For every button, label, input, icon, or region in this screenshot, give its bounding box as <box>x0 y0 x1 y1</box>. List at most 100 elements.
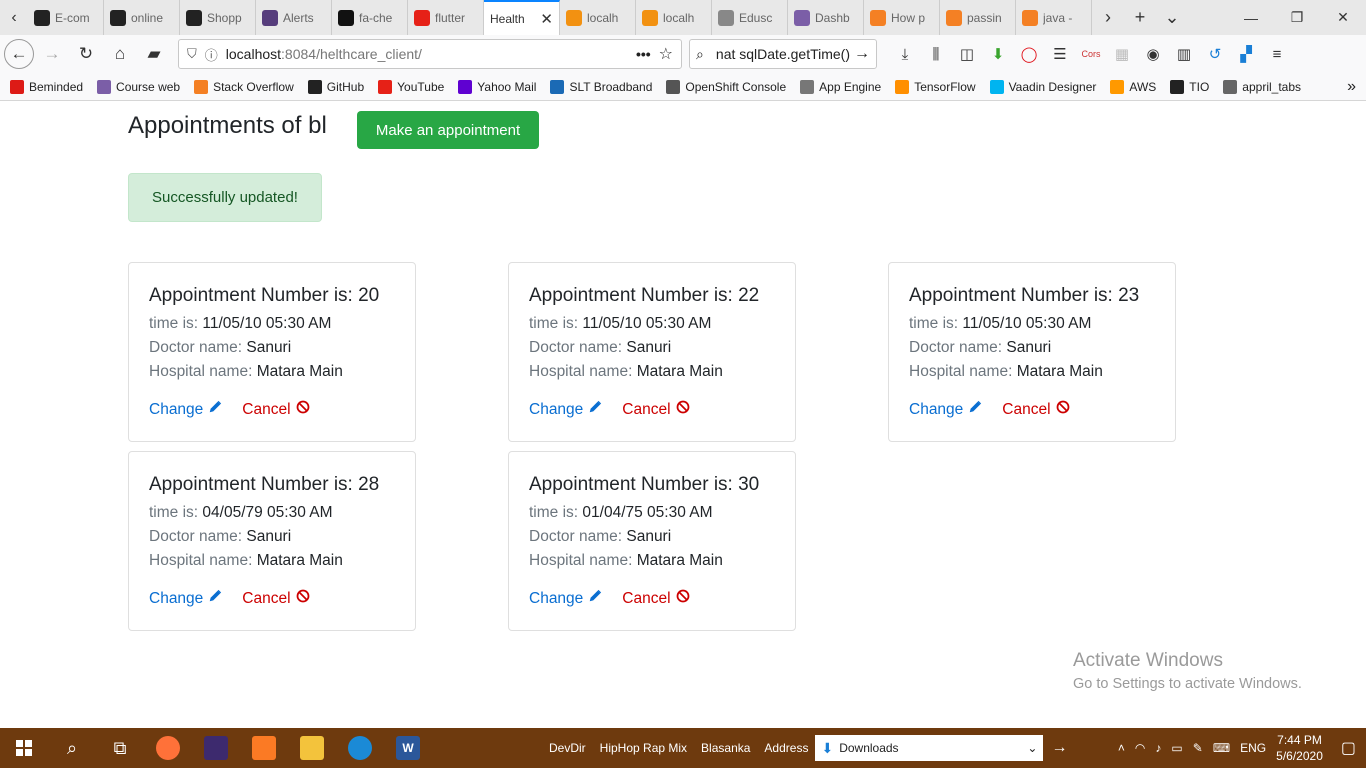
bookmark-2[interactable]: Stack Overflow <box>194 79 294 94</box>
change-link[interactable]: Change <box>909 400 982 419</box>
restore-button[interactable]: ❐ <box>1274 0 1320 35</box>
extension-button[interactable]: ▰ <box>138 38 170 70</box>
new-tab-button[interactable]: + <box>1124 0 1156 35</box>
wifi-icon[interactable]: ◠ <box>1135 741 1145 755</box>
tab-8[interactable]: localh <box>636 0 712 35</box>
bookmark-12[interactable]: TIO <box>1170 79 1209 94</box>
cancel-link[interactable]: Cancel <box>622 589 689 608</box>
taskbar-edge[interactable] <box>336 728 384 768</box>
change-link[interactable]: Change <box>149 589 222 608</box>
database-icon[interactable]: ☰ <box>1048 42 1072 66</box>
taskbar-toolbar-1[interactable]: HipHop Rap Mix <box>593 741 694 755</box>
taskbar-toolbar-2[interactable]: Blasanka <box>694 741 757 755</box>
volume-icon[interactable]: ♪ <box>1155 741 1161 755</box>
address-go-icon[interactable]: → <box>1043 739 1075 757</box>
opera-icon[interactable]: ◯ <box>1017 42 1041 66</box>
scroll-tabs-right-button[interactable]: › <box>1092 0 1124 35</box>
bookmark-star-icon[interactable]: ☆ <box>659 44 673 64</box>
back-button[interactable]: ← <box>4 39 34 69</box>
tab-6[interactable]: Health ✕ <box>484 0 560 35</box>
grid-icon[interactable]: ▦ <box>1110 42 1134 66</box>
url-bar[interactable]: ⛉ ⓘ localhost:8084/helthcare_client/ •••… <box>178 39 682 69</box>
battery-icon[interactable]: ▭ <box>1171 741 1182 755</box>
minimize-button[interactable]: — <box>1228 0 1274 35</box>
search-button[interactable]: ⌕ <box>48 728 96 768</box>
cancel-link[interactable]: Cancel <box>622 400 689 419</box>
chevron-down-icon[interactable]: ⌄ <box>1027 741 1037 755</box>
tab-13[interactable]: java - <box>1016 0 1092 35</box>
tab-9[interactable]: Edusc <box>712 0 788 35</box>
tab-4[interactable]: fa-che <box>332 0 408 35</box>
library-icon[interactable]: ⫼ <box>924 42 948 66</box>
tab-0[interactable]: E-com <box>28 0 104 35</box>
refresh-extension-icon[interactable]: ↺ <box>1203 42 1227 66</box>
bookmark-4[interactable]: YouTube <box>378 79 444 94</box>
bookmark-1[interactable]: Course web <box>97 79 180 94</box>
info-icon[interactable]: ⓘ <box>205 45 218 64</box>
change-link[interactable]: Change <box>529 400 602 419</box>
bookmark-13[interactable]: appril_tabs <box>1223 79 1301 94</box>
tab-2[interactable]: Shopp <box>180 0 256 35</box>
bookmark-7[interactable]: OpenShift Console <box>666 79 786 94</box>
bookmark-5[interactable]: Yahoo Mail <box>458 79 536 94</box>
start-button[interactable] <box>0 728 48 768</box>
pen-icon[interactable]: ✎ <box>1193 741 1203 755</box>
change-link[interactable]: Change <box>149 400 222 419</box>
taskbar-toolbar-0[interactable]: DevDir <box>542 741 593 755</box>
tab-12[interactable]: passin <box>940 0 1016 35</box>
page-actions-icon[interactable]: ••• <box>636 46 651 62</box>
search-query[interactable]: nat sqlDate.getTime() <box>708 46 850 62</box>
tab-1[interactable]: online <box>104 0 180 35</box>
change-link[interactable]: Change <box>529 589 602 608</box>
cancel-link[interactable]: Cancel <box>1002 400 1069 419</box>
bookmark-0[interactable]: Beminded <box>10 79 83 94</box>
taskbar-file-explorer[interactable] <box>288 728 336 768</box>
search-bar[interactable]: ⌕ nat sqlDate.getTime() → <box>689 39 877 69</box>
barcode-icon[interactable]: ▥ <box>1172 42 1196 66</box>
tab-5[interactable]: flutter <box>408 0 484 35</box>
more-bookmarks-icon[interactable]: » <box>1347 78 1356 96</box>
task-view-button[interactable]: ⧉ <box>96 728 144 768</box>
bookmark-3[interactable]: GitHub <box>307 79 364 94</box>
bookmark-9[interactable]: TensorFlow <box>895 79 976 94</box>
bookmark-6[interactable]: SLT Broadband <box>550 79 652 94</box>
forward-button[interactable]: → <box>36 38 68 70</box>
close-tab-icon[interactable]: ✕ <box>540 10 553 28</box>
bookmark-8[interactable]: App Engine <box>800 79 881 94</box>
bookmark-10[interactable]: Vaadin Designer <box>989 79 1096 94</box>
search-go-icon[interactable]: → <box>854 45 870 63</box>
list-all-tabs-button[interactable]: ⌄ <box>1156 0 1188 35</box>
scroll-tabs-left-button[interactable]: ‹ <box>0 0 28 35</box>
tab-7[interactable]: localh <box>560 0 636 35</box>
extensions-icon[interactable]: ▞ <box>1234 42 1258 66</box>
taskbar-firefox[interactable] <box>144 728 192 768</box>
cancel-link[interactable]: Cancel <box>242 400 309 419</box>
notifications-icon[interactable]: ▢ <box>1341 738 1356 758</box>
taskbar-xampp[interactable] <box>240 728 288 768</box>
tab-10[interactable]: Dashb <box>788 0 864 35</box>
cancel-link[interactable]: Cancel <box>242 589 309 608</box>
bookmark-11[interactable]: AWS <box>1110 79 1156 94</box>
keyboard-icon[interactable]: ⌨ <box>1213 741 1230 755</box>
url-text[interactable]: localhost:8084/helthcare_client/ <box>226 46 422 62</box>
download-extension-icon[interactable]: ⬇ <box>986 42 1010 66</box>
taskbar-toolbar-3[interactable]: Address <box>757 741 815 755</box>
reload-button[interactable]: ↻ <box>70 38 102 70</box>
cors-icon[interactable]: Cors <box>1079 42 1103 66</box>
address-toolbar-field[interactable]: ⬇ Downloads ⌄ <box>815 735 1044 761</box>
make-appointment-button[interactable]: Make an appointment <box>357 111 539 149</box>
language-indicator[interactable]: ENG <box>1240 741 1266 755</box>
appointment-card: Appointment Number is: 20 time is: 11/05/… <box>128 262 416 442</box>
close-window-button[interactable]: ✕ <box>1320 0 1366 35</box>
taskbar-word[interactable]: W <box>384 728 432 768</box>
menu-icon[interactable]: ≡ <box>1265 42 1289 66</box>
tab-3[interactable]: Alerts <box>256 0 332 35</box>
tab-11[interactable]: How p <box>864 0 940 35</box>
clock[interactable]: 7:44 PM 5/6/2020 <box>1276 732 1323 764</box>
account-icon[interactable]: ◉ <box>1141 42 1165 66</box>
home-button[interactable]: ⌂ <box>104 38 136 70</box>
show-hidden-icons-icon[interactable]: ˄ <box>1118 741 1125 755</box>
taskbar-eclipse[interactable] <box>192 728 240 768</box>
download-icon[interactable]: ⤓ <box>893 42 917 66</box>
sidebar-icon[interactable]: ◫ <box>955 42 979 66</box>
